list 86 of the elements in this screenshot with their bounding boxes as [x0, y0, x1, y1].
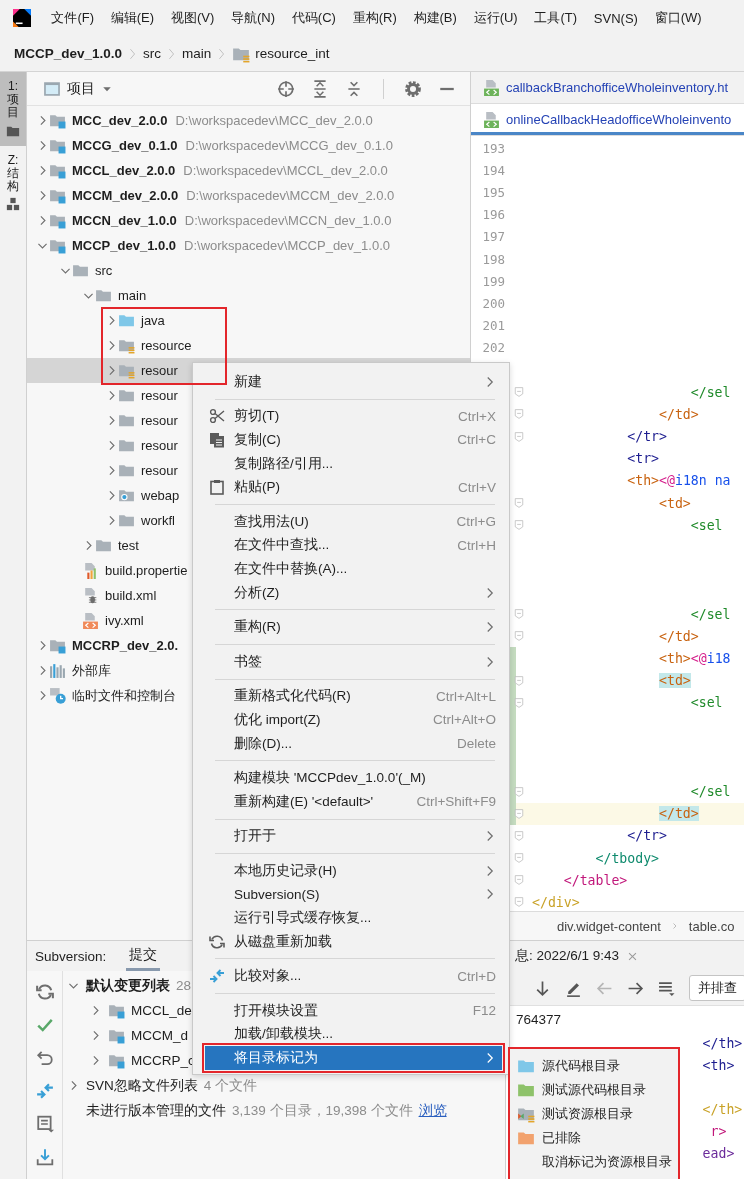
path-label: D:\workspacedev\MCC_dev_2.0.0: [175, 113, 373, 128]
shortcut-label: Ctrl+V: [458, 479, 496, 495]
shortcut-label: Ctrl+C: [457, 432, 496, 448]
tree-item-label: resour: [141, 438, 178, 453]
panel-title: Subversion:: [35, 948, 107, 964]
code-text: <tr>: [627, 451, 660, 467]
tree-item-label: workfl: [141, 513, 175, 528]
change-list-label: SVN忽略文件列表: [86, 1076, 198, 1095]
line-number: 196: [481, 207, 505, 223]
code-text: </th>: [702, 1035, 743, 1051]
tree-item-label: src: [95, 263, 113, 278]
count-label: 3,139 个目录，19,398 个文件: [232, 1101, 413, 1120]
code-text: <th>: [702, 1057, 735, 1073]
code-text: <sel: [690, 517, 723, 533]
line-number: 201: [481, 318, 505, 334]
panel-title: 项目: [67, 79, 95, 98]
tree-item-label: MCCG_dev_0.1.0: [72, 138, 178, 153]
line-number: 198: [481, 251, 505, 267]
count-label: 4 个文件: [203, 1076, 258, 1095]
code-text: </div>: [532, 894, 580, 910]
tree-item-label: resour: [141, 413, 178, 428]
tree-item-label: MCCRP_dev_2.0.: [72, 638, 179, 653]
line-number: 193: [481, 140, 505, 156]
code-text: </td>: [659, 806, 699, 822]
shortcut-label: Ctrl+Shift+F9: [416, 794, 496, 810]
code-text: <td>: [659, 673, 691, 689]
tree-item-label: 外部库: [72, 661, 111, 680]
code-text: <th><@i18n na: [627, 473, 731, 489]
code-text: <td>: [659, 495, 691, 511]
code-text: r>: [710, 1123, 727, 1139]
code-text: <sel: [690, 695, 723, 711]
tree-item-label: ivy.xml: [105, 613, 144, 628]
tree-item-label: resource: [141, 338, 192, 353]
tree-item-label: MCCM_dev_2.0.0: [72, 188, 179, 203]
path-label: D:\workspacedev\MCCP_dev_1.0.0: [184, 238, 390, 253]
shortcut-label: Delete: [456, 736, 496, 751]
path-label: D:\workspacedev\MCCG_dev_0.1.0: [185, 138, 393, 153]
line-number: 195: [481, 184, 505, 200]
shortcut-label: Ctrl+Alt+O: [432, 712, 496, 728]
code-text: </td>: [659, 628, 699, 644]
tree-item-label: MCC_dev_2.0.0: [72, 113, 168, 128]
tree-item-label: MCCP_dev_1.0.0: [72, 238, 177, 253]
tree-item-label: resour: [141, 363, 178, 378]
shortcut-label: Ctrl+H: [457, 537, 496, 553]
shortcut-label: F12: [472, 1003, 496, 1019]
tree-item-label: java: [141, 313, 165, 328]
path-label: D:\workspacedev\MCCN_dev_1.0.0: [184, 213, 392, 228]
line-number: 199: [481, 273, 505, 289]
shortcut-label: Ctrl+X: [458, 408, 496, 424]
change-list-label: MCCRP_c: [131, 1053, 195, 1068]
tree-item-label: build.propertie: [105, 563, 188, 578]
shortcut-label: Ctrl+D: [457, 968, 496, 984]
code-text: </sel: [690, 606, 731, 622]
tree-item-label: resour: [141, 388, 178, 403]
code-text: <th><@i18: [659, 650, 731, 666]
change-list-label: MCCM_d: [131, 1028, 188, 1043]
code-text: </tr>: [627, 828, 667, 844]
tree-item-label: 临时文件和控制台: [72, 686, 176, 705]
line-number: 197: [481, 229, 505, 245]
code-text: </tr>: [627, 429, 667, 445]
revision-label: 764377: [515, 1010, 563, 1029]
tree-item-label: MCCN_dev_1.0.0: [72, 213, 177, 228]
code-text: </tbody>: [595, 850, 660, 866]
path-label: D:\workspacedev\MCCM_dev_2.0.0: [186, 188, 395, 203]
tree-item-label: resour: [141, 463, 178, 478]
line-number: 200: [481, 295, 505, 311]
count-label: 28: [176, 978, 192, 993]
code-text: ead>: [702, 1145, 735, 1161]
line-number: 194: [481, 162, 505, 178]
path-label: D:\workspacedev\MCCL_dev_2.0.0: [183, 163, 388, 178]
change-list-label: 未进行版本管理的文件: [86, 1101, 226, 1120]
tree-item-label: main: [118, 288, 147, 303]
shortcut-label: Ctrl+G: [456, 514, 496, 530]
change-list-label: 默认变更列表: [86, 976, 170, 995]
code-text: </sel: [690, 784, 731, 800]
code-text: </table>: [563, 872, 628, 888]
line-number: 202: [481, 340, 505, 356]
tree-item-label: test: [118, 538, 139, 553]
code-text: </sel: [690, 384, 731, 400]
shortcut-label: Ctrl+Alt+L: [435, 688, 496, 704]
code-text: </td>: [659, 406, 699, 422]
tree-item-label: build.xml: [105, 588, 157, 603]
tree-item-label: webap: [141, 488, 180, 503]
change-list-label: MCCL_de: [131, 1003, 192, 1018]
code-text: </th>: [702, 1101, 743, 1117]
tree-item-label: MCCL_dev_2.0.0: [72, 163, 176, 178]
